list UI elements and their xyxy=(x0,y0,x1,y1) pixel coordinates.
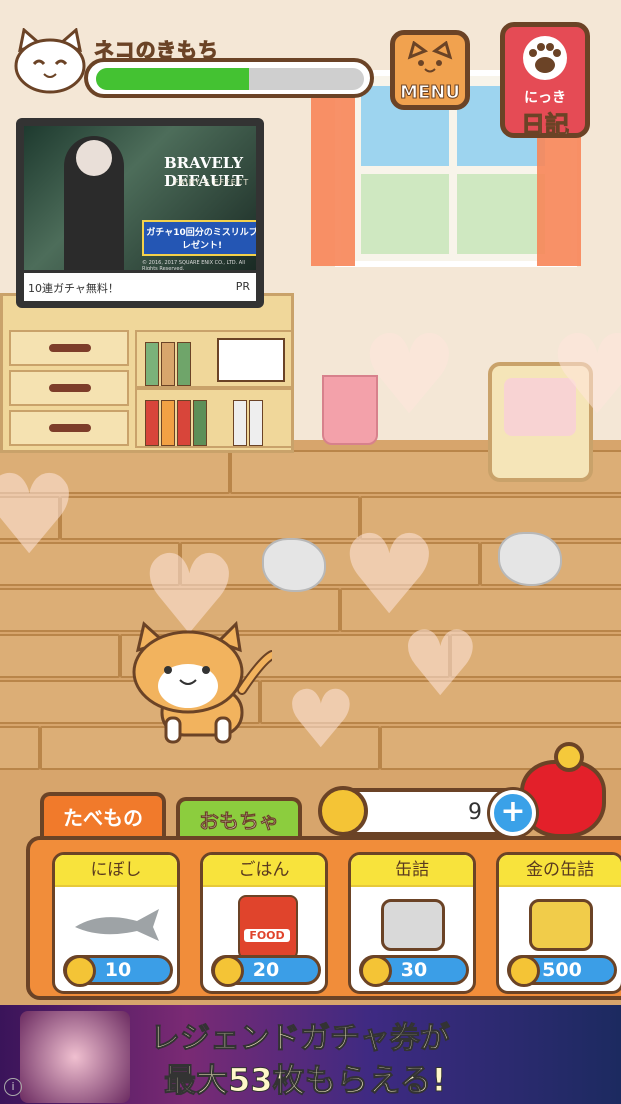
paw-coin-icon xyxy=(318,786,368,836)
mood-meter: ネコのきもち xyxy=(14,18,374,108)
fish-icon xyxy=(75,909,159,941)
heart-effect: ♥ xyxy=(400,612,481,717)
heart-effect: ♥ xyxy=(360,311,459,439)
tab-food[interactable]: たべもの xyxy=(40,792,166,842)
diary-label-small: にっき xyxy=(524,90,566,106)
shop-item-niboshi[interactable]: にぼし 10 xyxy=(52,852,180,994)
item-price: 30 xyxy=(359,955,469,987)
can-icon xyxy=(381,899,445,951)
shop-item-gold-can[interactable]: 金の缶詰 500 xyxy=(496,852,621,994)
add-coins-button[interactable]: + xyxy=(490,790,536,836)
paw-coin-icon xyxy=(212,955,244,987)
cat-face-icon xyxy=(14,28,86,94)
food-bag-icon: FOOD xyxy=(238,895,298,961)
bookshelf-dresser xyxy=(0,293,294,453)
item-price: 10 xyxy=(63,955,173,987)
item-price-value: 30 xyxy=(400,959,428,981)
heart-effect: ♥ xyxy=(0,451,79,579)
shop-item-can[interactable]: 缶詰 30 xyxy=(348,852,476,994)
crumpled-paper-toy[interactable] xyxy=(498,532,562,586)
crumpled-paper-toy[interactable] xyxy=(262,538,326,592)
ad-brand-subtitle: FAIRY'S EFFECT xyxy=(174,178,250,187)
purse-clasp xyxy=(554,742,584,772)
diary-label: 日記 xyxy=(521,111,570,140)
item-price-value: 10 xyxy=(104,959,132,981)
ad-caption-bar[interactable]: 10連ガチャ無料！ PR xyxy=(24,273,256,301)
ad-caption: 10連ガチャ無料！ xyxy=(28,282,119,295)
heart-effect: ♥ xyxy=(548,311,621,439)
paw-coin-icon xyxy=(360,955,392,987)
item-price-value: 500 xyxy=(542,959,582,981)
heart-effect: ♥ xyxy=(285,673,357,766)
item-name: にぼし xyxy=(55,855,177,887)
banner-subheadline: 最大53枚もらえる! xyxy=(163,1061,447,1100)
mood-fill xyxy=(96,68,249,90)
coin-purse[interactable] xyxy=(520,742,606,838)
item-name: 缶詰 xyxy=(351,855,473,887)
paw-coin-icon xyxy=(64,955,96,987)
ad-image[interactable]: BRAVELY DEFAULT FAIRY'S EFFECT ガチャ10回分のミ… xyxy=(24,126,256,270)
mood-bar xyxy=(84,58,374,98)
ad-pr-label: PR xyxy=(235,280,250,293)
paw-icon xyxy=(523,36,567,80)
ad-info-icon[interactable]: i xyxy=(4,1078,22,1096)
tv-ad[interactable]: BRAVELY DEFAULT FAIRY'S EFFECT ガチャ10回分のミ… xyxy=(16,118,264,308)
food-shop-panel: にぼし 10 ごはん FOOD 20 缶詰 30 金の缶詰 500 xyxy=(26,836,621,1000)
item-name: 金の缶詰 xyxy=(499,855,621,887)
tab-toy[interactable]: おもちゃ xyxy=(176,797,302,841)
paw-coin-icon xyxy=(508,955,540,987)
item-price: 500 xyxy=(507,955,617,987)
item-name: ごはん xyxy=(203,855,325,887)
coin-count: 9 xyxy=(468,800,482,825)
mood-track xyxy=(96,68,364,90)
item-price-value: 20 xyxy=(252,959,280,981)
food-bag-label: FOOD xyxy=(244,929,290,942)
banner-headline: レジェンドガチャ券が xyxy=(150,1021,451,1057)
shop-item-gohan[interactable]: ごはん FOOD 20 xyxy=(200,852,328,994)
cat-face-icon xyxy=(407,40,453,73)
menu-button[interactable]: MENU xyxy=(390,30,470,110)
item-price: 20 xyxy=(211,955,321,987)
mood-label: ネコのきもち xyxy=(94,38,219,63)
banner-character-image xyxy=(20,1011,130,1103)
menu-label: MENU xyxy=(400,82,461,104)
cat-character[interactable] xyxy=(122,620,272,745)
ad-promo-text: ガチャ10回分のミスリルプレゼント! xyxy=(142,220,256,256)
gold-can-icon xyxy=(529,899,593,951)
ad-banner[interactable]: レジェンドガチャ券が 最大53枚もらえる! xyxy=(0,1005,621,1104)
ad-copyright: © 2016, 2017 SQUARE ENIX CO., LTD. All R… xyxy=(142,260,245,270)
diary-button[interactable]: にっき 日記 xyxy=(500,22,590,140)
